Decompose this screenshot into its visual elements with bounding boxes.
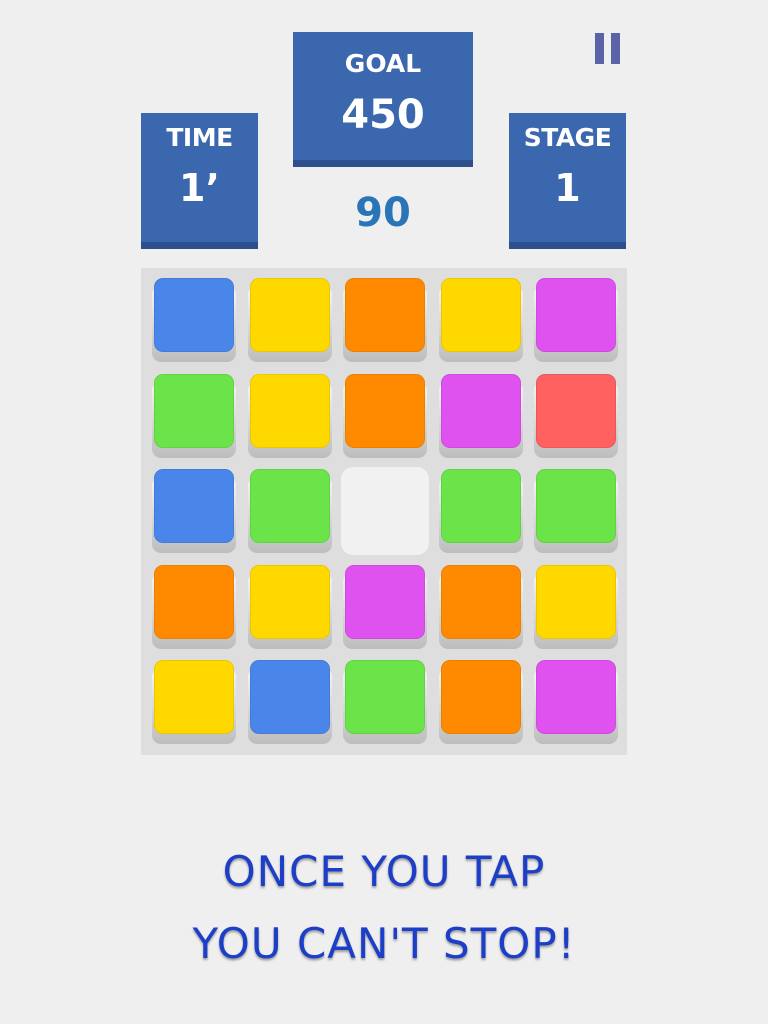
tile-face: [250, 278, 330, 352]
time-label: TIME: [166, 123, 233, 152]
tile-face: [536, 278, 616, 352]
tile-face: [536, 469, 616, 543]
tile-face: [345, 565, 425, 639]
pause-bar-left: [595, 33, 604, 64]
tile-yellow[interactable]: [248, 278, 332, 362]
tile-face: [154, 469, 234, 543]
tile-green[interactable]: [534, 469, 618, 553]
tile-face: [536, 565, 616, 639]
tagline: ONCE YOU TAP YOU CAN'T STOP!: [0, 836, 768, 980]
tile-face: [441, 374, 521, 448]
tile-face: [250, 660, 330, 734]
tile-yellow[interactable]: [439, 278, 523, 362]
stage-value: 1: [554, 166, 581, 210]
pause-bar-right: [611, 33, 620, 64]
tile-face: [536, 660, 616, 734]
goal-label: GOAL: [344, 49, 422, 78]
stage-label: STAGE: [523, 123, 612, 152]
tile-face: [154, 660, 234, 734]
tile-face: [441, 660, 521, 734]
tile-green[interactable]: [439, 469, 523, 553]
tile-face: [250, 469, 330, 543]
tile-green[interactable]: [248, 469, 332, 553]
tile-yellow[interactable]: [152, 660, 236, 744]
stage-panel: STAGE 1: [509, 113, 626, 249]
tile-yellow[interactable]: [248, 565, 332, 649]
tile-face: [250, 565, 330, 639]
tile-orange[interactable]: [439, 565, 523, 649]
tile-magenta[interactable]: [534, 660, 618, 744]
tile-face: [345, 660, 425, 734]
tagline-line-2: YOU CAN'T STOP!: [192, 919, 576, 968]
tile-orange[interactable]: [152, 565, 236, 649]
tile-face: [250, 374, 330, 448]
tile-face: [441, 278, 521, 352]
tile-magenta[interactable]: [439, 374, 523, 458]
tile-green[interactable]: [152, 374, 236, 458]
time-panel: TIME 1’: [141, 113, 258, 249]
game-board: [141, 268, 627, 755]
tile-orange[interactable]: [343, 278, 427, 362]
empty-slot: [341, 467, 429, 555]
tile-yellow[interactable]: [534, 565, 618, 649]
pause-icon[interactable]: [593, 33, 625, 65]
tile-magenta[interactable]: [534, 278, 618, 362]
tile-face: [345, 278, 425, 352]
tile-green[interactable]: [343, 660, 427, 744]
tile-magenta[interactable]: [343, 565, 427, 649]
goal-panel: GOAL 450: [293, 32, 473, 167]
tile-face: [154, 565, 234, 639]
tile-blue[interactable]: [152, 278, 236, 362]
tile-face: [536, 374, 616, 448]
tile-orange[interactable]: [343, 374, 427, 458]
tagline-line-1: ONCE YOU TAP: [222, 847, 546, 896]
goal-value: 450: [341, 92, 425, 138]
time-value: 1’: [179, 166, 220, 210]
tile-face: [154, 374, 234, 448]
tile-face: [341, 467, 429, 555]
moves-counter: 90: [355, 190, 411, 236]
tile-face: [441, 469, 521, 543]
tile-face: [345, 374, 425, 448]
tile-blue[interactable]: [248, 660, 332, 744]
tile-red[interactable]: [534, 374, 618, 458]
tile-blue[interactable]: [152, 469, 236, 553]
tile-face: [441, 565, 521, 639]
tile-face: [154, 278, 234, 352]
tile-yellow[interactable]: [248, 374, 332, 458]
tile-orange[interactable]: [439, 660, 523, 744]
